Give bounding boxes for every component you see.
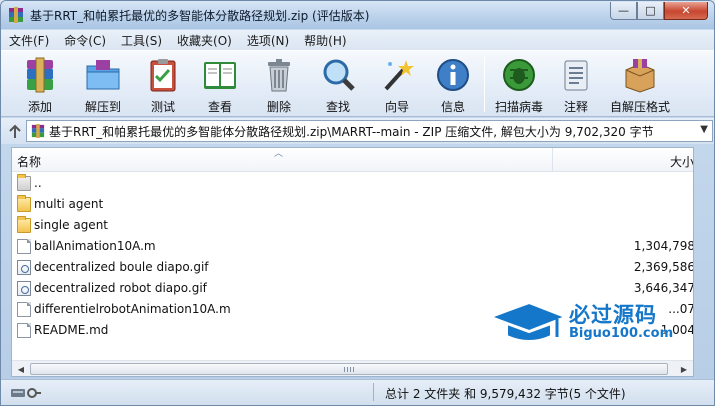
menu-options[interactable]: 选项(N) xyxy=(247,32,289,49)
status-separator xyxy=(373,383,374,401)
close-button[interactable]: ✕ xyxy=(664,2,708,20)
add-button[interactable]: 添加 xyxy=(18,53,62,117)
magnifier-icon xyxy=(319,56,357,94)
watermark-url: Biguo100.com xyxy=(569,326,674,341)
column-size-header[interactable]: 大小 xyxy=(670,153,693,170)
menu-help[interactable]: 帮助(H) xyxy=(304,32,346,49)
watermark: 必过源码 Biguo100.com xyxy=(487,297,697,349)
info-button[interactable]: 信息 xyxy=(428,53,478,117)
file-size: 3,646,347 xyxy=(633,281,694,295)
notepad-icon xyxy=(557,56,595,94)
up-arrow-icon xyxy=(9,124,21,138)
add-label: 添加 xyxy=(27,100,52,114)
minimize-button[interactable]: — xyxy=(610,2,637,20)
folder-icon xyxy=(17,195,31,212)
toolbar-separator xyxy=(484,56,485,112)
extract-button[interactable]: 解压到 xyxy=(72,53,134,117)
winrar-window: 基于RRT_和帕累托最优的多智能体分散路径规划.zip (评估版本) — □ ✕… xyxy=(0,0,715,406)
bug-scan-icon xyxy=(500,56,538,94)
drive-key-icon[interactable] xyxy=(11,386,41,400)
folder-extract-icon xyxy=(84,56,122,94)
address-bar: 基于RRT_和帕累托最优的多智能体分散路径规划.zip\MARRT--main … xyxy=(1,118,714,144)
list-item[interactable]: ballAnimation10A.m 1,304,798 xyxy=(12,236,694,257)
scroll-right-icon[interactable]: ▶ xyxy=(676,362,692,376)
sfx-button[interactable]: 自解压格式 xyxy=(605,53,675,117)
comment-label: 注释 xyxy=(563,100,588,114)
find-button[interactable]: 查找 xyxy=(310,53,366,117)
extract-label: 解压到 xyxy=(84,100,121,114)
test-button[interactable]: 测试 xyxy=(138,53,188,117)
file-name: ballAnimation10A.m xyxy=(34,239,156,253)
status-icons xyxy=(11,386,41,400)
column-name-header[interactable]: 名称 xyxy=(17,153,41,170)
winrar-app-icon xyxy=(8,7,24,23)
status-text: 总计 2 文件夹 和 9,579,432 字节(5 个文件) xyxy=(385,387,626,401)
delete-button[interactable]: 删除 xyxy=(252,53,306,117)
status-bar: 总计 2 文件夹 和 9,579,432 字节(5 个文件) xyxy=(1,379,714,405)
sfx-label: 自解压格式 xyxy=(609,100,670,114)
image-file-icon xyxy=(17,260,31,275)
wizard-label: 向导 xyxy=(384,100,409,114)
folder-icon xyxy=(17,216,31,233)
horizontal-scrollbar[interactable]: ◀ ▶ xyxy=(12,360,693,376)
maximize-button[interactable]: □ xyxy=(637,2,664,20)
archive-add-icon xyxy=(21,56,59,94)
up-folder-button[interactable] xyxy=(7,121,23,141)
path-field[interactable]: 基于RRT_和帕累托最优的多智能体分散路径规划.zip\MARRT--main … xyxy=(26,120,713,142)
info-icon xyxy=(434,56,472,94)
file-name: .. xyxy=(34,176,42,190)
clipboard-check-icon xyxy=(144,56,182,94)
file-name: single agent xyxy=(34,218,109,232)
file-icon xyxy=(17,302,31,317)
file-name: differentielrobotAnimation10A.m xyxy=(34,302,231,316)
watermark-title: 必过源码 xyxy=(569,303,657,327)
scrollbar-thumb[interactable] xyxy=(30,363,668,375)
find-label: 查找 xyxy=(325,100,350,114)
list-item[interactable]: multi agent xyxy=(12,194,693,215)
menu-commands[interactable]: 命令(C) xyxy=(64,32,106,49)
test-label: 测试 xyxy=(150,100,175,114)
view-button[interactable]: 查看 xyxy=(192,53,248,117)
book-icon xyxy=(201,56,239,94)
list-header: ︿ 名称 大小 xyxy=(12,148,693,172)
scan-virus-button[interactable]: 扫描病毒 xyxy=(491,53,547,117)
comment-button[interactable]: 注释 xyxy=(551,53,601,117)
file-icon xyxy=(17,323,31,338)
menu-bar: 文件(F) 命令(C) 工具(S) 收藏夹(O) 选项(N) 帮助(H) xyxy=(1,30,714,50)
path-text: 基于RRT_和帕累托最优的多智能体分散路径规划.zip\MARRT--main … xyxy=(49,124,654,139)
sort-ascending-icon: ︿ xyxy=(274,149,284,159)
image-file-icon xyxy=(17,281,31,296)
menu-favorites[interactable]: 收藏夹(O) xyxy=(177,32,232,49)
parent-folder-icon xyxy=(17,174,31,191)
column-divider[interactable] xyxy=(552,148,553,172)
archive-icon xyxy=(31,124,45,138)
file-name: decentralized robot diapo.gif xyxy=(34,281,207,295)
file-size: 1,304,798 xyxy=(633,239,694,253)
file-icon xyxy=(17,239,31,254)
scroll-left-icon[interactable]: ◀ xyxy=(13,362,29,376)
view-label: 查看 xyxy=(207,100,232,114)
window-title: 基于RRT_和帕累托最优的多智能体分散路径规划.zip (评估版本) xyxy=(30,8,370,23)
scan-virus-label: 扫描病毒 xyxy=(494,100,543,114)
wizard-button[interactable]: 向导 xyxy=(370,53,424,117)
file-name: multi agent xyxy=(34,197,104,211)
list-item[interactable]: single agent xyxy=(12,215,693,236)
file-name: README.md xyxy=(34,323,109,337)
title-bar: 基于RRT_和帕累托最优的多智能体分散路径规划.zip (评估版本) — □ ✕ xyxy=(1,1,714,29)
menu-tools[interactable]: 工具(S) xyxy=(121,32,162,49)
wand-icon xyxy=(378,56,416,94)
info-label: 信息 xyxy=(440,100,465,114)
list-item[interactable]: decentralized robot diapo.gif 3,646,347 xyxy=(12,278,694,299)
file-size: 2,369,586 xyxy=(633,260,694,274)
sfx-box-icon xyxy=(621,56,659,94)
menu-file[interactable]: 文件(F) xyxy=(9,32,49,49)
list-item-parent[interactable]: .. xyxy=(12,173,693,194)
delete-label: 删除 xyxy=(266,100,291,114)
list-item[interactable]: decentralized boule diapo.gif 2,369,586 xyxy=(12,257,694,278)
trash-icon xyxy=(260,56,298,94)
file-name: decentralized boule diapo.gif xyxy=(34,260,209,274)
path-dropdown-icon[interactable]: ▼ xyxy=(700,124,708,135)
graduation-cap-icon xyxy=(488,301,568,342)
toolbar: 添加 解压到 测试 查看 删除 查找 向导 信息 扫描病毒 注释 自解压格式 xyxy=(1,50,714,117)
